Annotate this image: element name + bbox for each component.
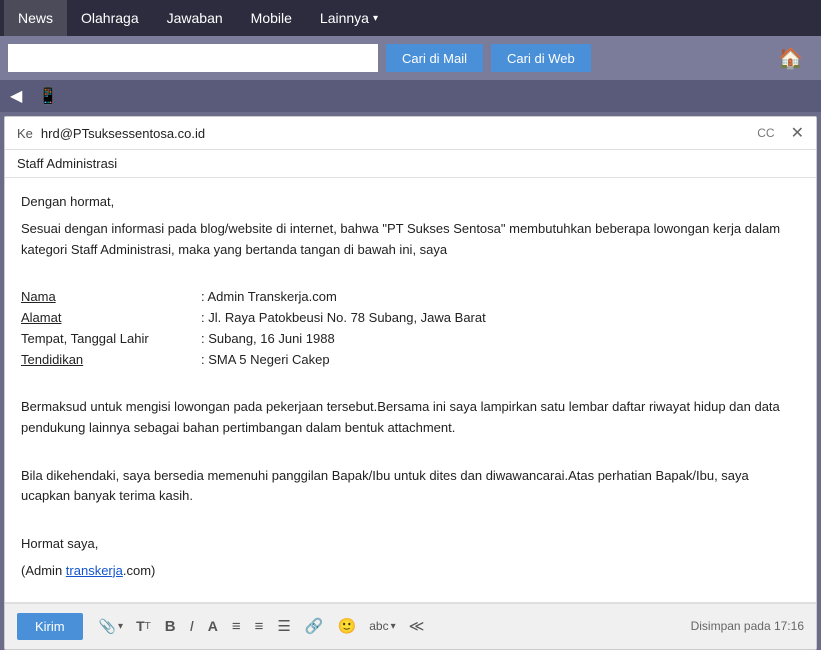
body-paragraph-1: Bermaksud untuk mengisi lowongan pada pe… xyxy=(21,397,800,439)
email-subject-row: Staff Administrasi xyxy=(5,150,816,178)
nav-item-mobile[interactable]: Mobile xyxy=(237,0,306,36)
cc-label[interactable]: CC xyxy=(757,126,774,140)
home-icon[interactable]: 🏠 xyxy=(768,42,813,75)
link-button[interactable]: 🔗 xyxy=(300,614,329,638)
emoji-icon: 🙂 xyxy=(338,617,357,635)
send-label: Kirim xyxy=(35,619,65,634)
email-toolbar: Kirim 📎 ▾ T T B I A ≡ ≡ ☰ 🔗 xyxy=(5,603,816,649)
email-compose: Ke hrd@PTsuksessentosa.co.id CC ✕ Staff … xyxy=(4,116,817,650)
align-button[interactable]: ☰ xyxy=(272,614,295,638)
nav-bar: News Olahraga Jawaban Mobile Lainnya ▾ xyxy=(0,0,821,36)
nav-label-jawaban: Jawaban xyxy=(167,10,223,26)
italic-button[interactable]: I xyxy=(185,615,199,638)
info-row-nama: Nama : Admin Transkerja.com xyxy=(21,287,800,308)
nav-label-olahraga: Olahraga xyxy=(81,10,139,26)
pendidikan-val: : SMA 5 Negeri Cakep xyxy=(201,350,330,371)
ttl-key: Tempat, Tanggal Lahir xyxy=(21,329,201,350)
bullet-list-button[interactable]: ≡ xyxy=(227,615,246,638)
more-options-button[interactable]: ≪ xyxy=(404,614,430,638)
search-mail-button[interactable]: Cari di Mail xyxy=(386,44,483,72)
pendidikan-key: Tendidikan xyxy=(21,350,201,371)
email-to-value: hrd@PTsuksessentosa.co.id xyxy=(41,126,757,141)
search-bar: Cari di Mail Cari di Web 🏠 xyxy=(0,36,821,80)
alamat-val: : Jl. Raya Patokbeusi No. 78 Subang, Jaw… xyxy=(201,308,486,329)
attachment-chevron: ▾ xyxy=(118,621,123,632)
greeting-text: Dengan hormat, xyxy=(21,192,800,213)
email-body[interactable]: Dengan hormat, Sesuai dengan informasi p… xyxy=(5,178,816,603)
info-row-ttl: Tempat, Tanggal Lahir : Subang, 16 Juni … xyxy=(21,329,800,350)
nav-item-news[interactable]: News xyxy=(4,0,67,36)
emoji-button[interactable]: 🙂 xyxy=(333,614,362,638)
chevron-down-icon: ▾ xyxy=(373,13,378,24)
email-subject: Staff Administrasi xyxy=(17,156,117,171)
search-web-button[interactable]: Cari di Web xyxy=(491,44,591,72)
icon-bar: ◀ 📱 xyxy=(0,80,821,112)
nav-item-olahraga[interactable]: Olahraga xyxy=(67,0,153,36)
nav-item-jawaban[interactable]: Jawaban xyxy=(153,0,237,36)
email-to-row: Ke hrd@PTsuksessentosa.co.id CC ✕ xyxy=(5,117,816,150)
double-chevron-icon: ≪ xyxy=(409,617,425,635)
info-row-alamat: Alamat : Jl. Raya Patokbeusi No. 78 Suba… xyxy=(21,308,800,329)
closing-2: (Admin transkerja.com) xyxy=(21,561,800,582)
format-t-icon: T xyxy=(136,618,145,634)
nav-label-mobile: Mobile xyxy=(251,10,292,26)
close-icon[interactable]: ✕ xyxy=(791,123,804,143)
info-table: Nama : Admin Transkerja.com Alamat : Jl.… xyxy=(21,287,800,370)
format-sub-icon: T xyxy=(145,621,151,632)
bold-icon: B xyxy=(165,618,176,635)
align-icon: ☰ xyxy=(277,617,290,635)
font-color-icon: A xyxy=(208,618,218,634)
search-mail-label: Cari di Mail xyxy=(402,51,467,66)
bold-button[interactable]: B xyxy=(160,615,181,638)
numbered-list-icon: ≡ xyxy=(255,618,264,635)
format-text-icon[interactable]: T T xyxy=(131,615,156,637)
nav-label-lainnya: Lainnya xyxy=(320,10,369,26)
numbered-list-button[interactable]: ≡ xyxy=(250,615,269,638)
spellcheck-icon: abc xyxy=(369,619,388,633)
search-web-label: Cari di Web xyxy=(507,51,575,66)
transkerja-link[interactable]: transkerja xyxy=(66,563,123,578)
link-icon: 🔗 xyxy=(305,617,324,635)
phone-icon[interactable]: 📱 xyxy=(38,86,58,106)
back-icon[interactable]: ◀ xyxy=(10,86,22,106)
italic-icon: I xyxy=(190,618,194,635)
send-button[interactable]: Kirim xyxy=(17,613,83,640)
intro-text: Sesuai dengan informasi pada blog/websit… xyxy=(21,219,800,261)
attachment-icon: 📎 xyxy=(99,618,116,635)
nama-val: : Admin Transkerja.com xyxy=(201,287,337,308)
closing-1: Hormat saya, xyxy=(21,534,800,555)
to-label: Ke xyxy=(17,126,33,141)
body-paragraph-2: Bila dikehendaki, saya bersedia memenuhi… xyxy=(21,466,800,508)
nav-label-news: News xyxy=(18,10,53,26)
ttl-val: : Subang, 16 Juni 1988 xyxy=(201,329,335,350)
attachment-dropdown[interactable]: 📎 ▾ xyxy=(95,615,127,638)
spellcheck-chevron: ▾ xyxy=(391,621,396,632)
spellcheck-dropdown[interactable]: abc ▾ xyxy=(365,616,399,636)
bullet-list-icon: ≡ xyxy=(232,618,241,635)
nav-item-lainnya[interactable]: Lainnya ▾ xyxy=(306,0,392,36)
alamat-key: Alamat xyxy=(21,308,201,329)
save-status: Disimpan pada 17:16 xyxy=(691,619,804,633)
search-input[interactable] xyxy=(8,44,378,72)
nama-key: Nama xyxy=(21,287,201,308)
info-row-pendidikan: Tendidikan : SMA 5 Negeri Cakep xyxy=(21,350,800,371)
font-color-button[interactable]: A xyxy=(203,615,223,637)
